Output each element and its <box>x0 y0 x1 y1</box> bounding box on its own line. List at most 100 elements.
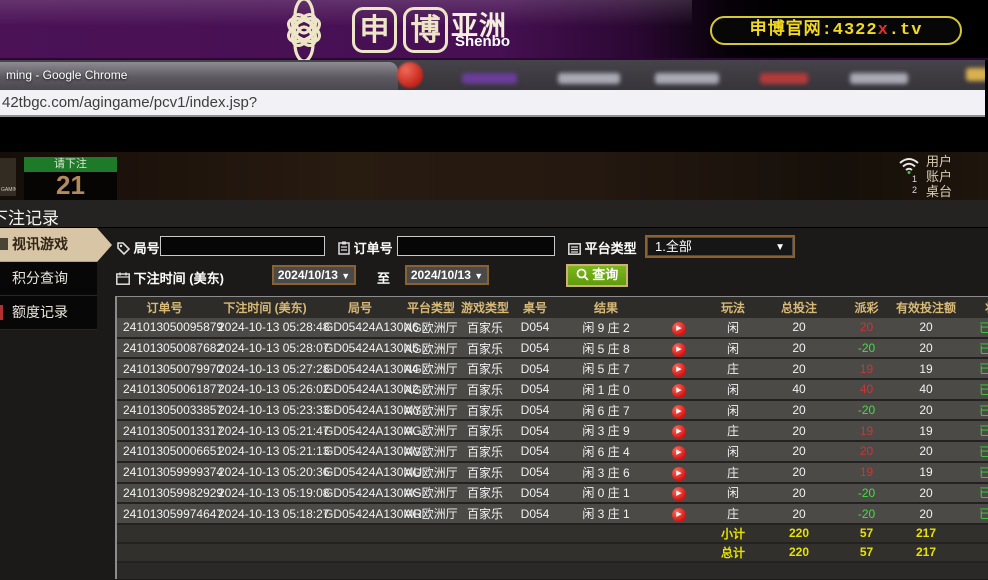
brand-header: 申 博 亚洲 Shenbo 申博官网:4322x.tv <box>0 0 988 60</box>
subtotal-payout: 57 <box>838 526 895 540</box>
total-row: 总计 220 57 217 <box>117 544 988 563</box>
logo-char-shen: 申 <box>352 7 397 53</box>
cell-payout: -20 <box>838 341 895 355</box>
cell-payout: 40 <box>838 382 895 396</box>
platform-type-select[interactable]: 1.全部 ▼ <box>645 235 795 258</box>
bet-countdown-box: 请下注 21 <box>24 157 117 200</box>
blurred-nav-item <box>760 73 808 84</box>
cell-platform: AG欧洲厅 <box>402 484 460 501</box>
sidebar-item-points-query[interactable]: 积分查询 <box>0 262 97 296</box>
replay-button[interactable]: ▶ <box>672 487 686 501</box>
query-button[interactable]: 查询 <box>566 264 628 287</box>
replay-button[interactable]: ▶ <box>672 446 686 460</box>
cell-valid-bet: 20 <box>895 341 957 355</box>
cell-play-method: 闲 <box>706 402 760 419</box>
subtotal-valid: 217 <box>895 526 957 540</box>
cell-status: 已派彩 <box>957 360 988 377</box>
column-header: 订单号 <box>117 299 212 316</box>
cell-platform: AG欧洲厅 <box>402 360 460 377</box>
replay-button[interactable]: ▶ <box>672 425 686 439</box>
cell-total-bet: 20 <box>760 403 838 417</box>
cell-round-no: GD05424A130MS <box>318 486 402 500</box>
column-header: 有效投注额 <box>895 299 957 316</box>
cell-platform: AG欧洲厅 <box>402 422 460 439</box>
cell-platform: AG欧洲厅 <box>402 505 460 522</box>
replay-button[interactable]: ▶ <box>672 322 686 336</box>
cell-result: 闲 1 庄 0 <box>560 381 652 398</box>
cell-play-method: 闲 <box>706 381 760 398</box>
browser-urlbar[interactable]: 42tbgc.com/agingame/pcv1/index.jsp? <box>0 90 988 117</box>
total-valid: 217 <box>895 545 957 559</box>
logo-char-bo: 博 <box>403 7 448 53</box>
cell-round-no: GD05424A130N2 <box>318 382 402 396</box>
cell-table-no: D054 <box>510 444 560 458</box>
table-row: 241013059982929 2024-10-13 05:19:08 GD05… <box>117 484 988 505</box>
replay-button[interactable]: ▶ <box>672 384 686 398</box>
replay-button[interactable]: ▶ <box>672 405 686 419</box>
search-icon <box>576 268 589 281</box>
cell-round-no: GD05424A130MV <box>318 444 402 458</box>
total-bet: 220 <box>760 545 838 559</box>
blurred-nav-item <box>655 73 719 84</box>
url-text[interactable]: 42tbgc.com/agingame/pcv1/index.jsp? <box>2 94 257 111</box>
round-no-input[interactable] <box>160 236 325 256</box>
cell-payout: 19 <box>838 465 895 479</box>
cell-status: 已派彩 <box>957 402 988 419</box>
replay-button[interactable]: ▶ <box>672 343 686 357</box>
cell-status: 已派彩 <box>957 484 988 501</box>
cell-game-type: 百家乐 <box>460 402 510 419</box>
table-row: 241013050079970 2024-10-13 05:27:28 GD05… <box>117 359 988 380</box>
screen: 申 博 亚洲 Shenbo 申博官网:4322x.tv ming - Googl… <box>0 0 988 580</box>
cell-platform: AG欧洲厅 <box>402 340 460 357</box>
cell-result: 闲 6 庄 4 <box>560 443 652 460</box>
cell-order-no: 241013059974647 <box>117 507 212 521</box>
subtotal-row: 小计 220 57 217 <box>117 525 988 544</box>
window-title: ming - Google Chrome <box>6 68 127 82</box>
cell-payout: -20 <box>838 486 895 500</box>
video-games-icon <box>0 238 8 250</box>
cell-game-type: 百家乐 <box>460 340 510 357</box>
sidebar-item-video-games[interactable]: 视讯游戏 <box>0 228 97 262</box>
date-from-picker[interactable]: 2024/10/13 ▼ <box>272 265 356 285</box>
cell-play-method: 闲 <box>706 319 760 336</box>
cell-round-no: GD05424A130MY <box>318 403 402 417</box>
date-to-picker[interactable]: 2024/10/13 ▼ <box>405 265 489 285</box>
cell-payout: 19 <box>838 362 895 376</box>
player-info-panel: 12 用户 账户 桌台 <box>926 154 988 199</box>
cell-valid-bet: 19 <box>895 362 957 376</box>
cell-bet-time: 2024-10-13 05:28:07 <box>212 341 318 355</box>
order-no-label: 订单号 <box>338 238 393 257</box>
cell-total-bet: 20 <box>760 465 838 479</box>
cell-platform: AG欧洲厅 <box>402 464 460 481</box>
cell-game-type: 百家乐 <box>460 484 510 501</box>
cell-total-bet: 20 <box>760 320 838 334</box>
replay-button[interactable]: ▶ <box>672 467 686 481</box>
sidebar-item-credit-records[interactable]: 额度记录 <box>0 296 97 330</box>
cell-result: 闲 9 庄 2 <box>560 319 652 336</box>
subtotal-bet: 220 <box>760 526 838 540</box>
bet-time-label: 下注时间 (美东) <box>116 268 224 287</box>
cell-payout: 20 <box>838 444 895 458</box>
blurred-nav-item <box>850 73 908 84</box>
cell-platform: AG欧洲厅 <box>402 402 460 419</box>
table-row: 241013050087682 2024-10-13 05:28:07 GD05… <box>117 339 988 360</box>
cell-status: 已派彩 <box>957 319 988 336</box>
site-x: x <box>878 21 889 40</box>
cell-table-no: D054 <box>510 382 560 396</box>
cell-valid-bet: 20 <box>895 320 957 334</box>
replay-button[interactable]: ▶ <box>672 363 686 377</box>
site-number: 4322 <box>833 21 878 40</box>
cell-bet-time: 2024-10-13 05:26:02 <box>212 382 318 396</box>
order-no-input[interactable] <box>397 236 555 256</box>
official-site-pill[interactable]: 申博官网:4322x.tv <box>710 16 962 45</box>
column-header: 局号 <box>318 299 402 316</box>
cell-round-no: GD05424A130N4 <box>318 362 402 376</box>
cell-status: 已派彩 <box>957 340 988 357</box>
column-header: 平台类型 <box>402 299 460 316</box>
cell-total-bet: 20 <box>760 486 838 500</box>
cell-game-type: 百家乐 <box>460 422 510 439</box>
cell-game-type: 百家乐 <box>460 443 510 460</box>
replay-button[interactable]: ▶ <box>672 508 686 522</box>
cell-bet-time: 2024-10-13 05:27:28 <box>212 362 318 376</box>
cell-result: 闲 6 庄 7 <box>560 402 652 419</box>
